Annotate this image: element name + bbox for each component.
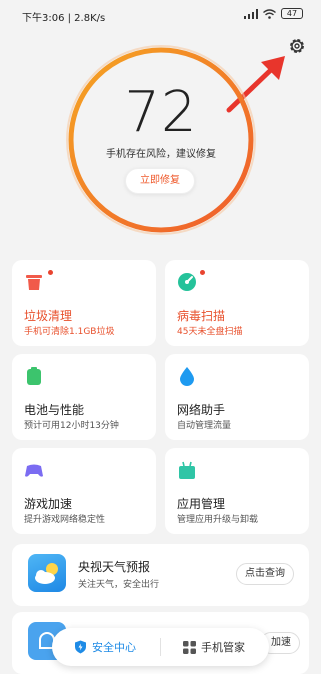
nav-divider: [160, 638, 161, 656]
shield-icon: [75, 640, 86, 654]
notification-dot: [48, 270, 53, 275]
wifi-icon: [263, 8, 276, 19]
cloud-sun-icon: [35, 563, 58, 584]
security-score: 72: [124, 80, 198, 145]
tile-title: 病毒扫描: [177, 309, 226, 323]
tile-game-boost[interactable]: 游戏加速 提升游戏网络稳定性: [12, 448, 156, 534]
repair-now-button[interactable]: 立即修复: [125, 168, 195, 194]
tile-subtitle: 管理应用升级与卸载: [177, 515, 259, 525]
tile-subtitle: 自动管理流量: [177, 421, 232, 431]
weather-subtitle: 关注天气，安全出行: [78, 580, 160, 590]
tile-subtitle: 45天未全盘扫描: [177, 327, 243, 337]
grid-icon: [183, 640, 196, 654]
app-manage-icon: [179, 461, 195, 479]
status-icons: 47: [244, 8, 303, 19]
network-drop-icon: [180, 367, 194, 386]
tile-network-assistant[interactable]: 网络助手 自动管理流量: [165, 354, 309, 440]
nav-label: 手机管家: [201, 641, 245, 654]
status-time-speed: 下午3:06 | 2.8K/s: [22, 13, 106, 24]
tile-battery-performance[interactable]: 电池与性能 预计可用12小时13分钟: [12, 354, 156, 440]
nav-phone-manager[interactable]: 手机管家: [183, 639, 245, 655]
tile-title: 游戏加速: [24, 497, 73, 511]
weather-title: 央视天气预报: [78, 560, 151, 574]
nav-label: 安全中心: [92, 641, 136, 654]
gamepad-icon: [25, 464, 43, 477]
weather-card[interactable]: 央视天气预报 关注天气，安全出行 点击查询: [12, 544, 309, 606]
tile-subtitle: 预计可用12小时13分钟: [24, 421, 119, 431]
tile-garbage-clean[interactable]: 垃圾清理 手机可清除1.1GB垃圾: [12, 260, 156, 346]
tile-app-management[interactable]: 应用管理 管理应用升级与卸载: [165, 448, 309, 534]
notification-dot: [200, 270, 205, 275]
signal-icon: [244, 8, 258, 19]
tile-title: 网络助手: [177, 403, 226, 417]
battery-icon: [27, 367, 41, 385]
score-description: 手机存在风险，建议修复: [106, 149, 216, 160]
trash-icon: [26, 275, 42, 290]
tile-virus-scan[interactable]: 病毒扫描 45天未全盘扫描: [165, 260, 309, 346]
query-button[interactable]: 点击查询: [236, 563, 294, 585]
battery-indicator: 47: [281, 8, 303, 19]
tile-title: 垃圾清理: [24, 309, 73, 323]
gear-icon[interactable]: [287, 36, 307, 56]
tile-subtitle: 提升游戏网络稳定性: [24, 515, 106, 525]
tile-title: 电池与性能: [24, 403, 85, 417]
tile-title: 应用管理: [177, 497, 226, 511]
tile-subtitle: 手机可清除1.1GB垃圾: [24, 327, 115, 337]
weather-app-icon: [28, 554, 66, 592]
nav-security-center[interactable]: 安全中心: [74, 639, 136, 655]
bottom-nav: 安全中心 手机管家: [52, 628, 269, 666]
virus-scan-icon: [178, 273, 196, 291]
status-bar: 下午3:06 | 2.8K/s 47: [0, 0, 321, 28]
